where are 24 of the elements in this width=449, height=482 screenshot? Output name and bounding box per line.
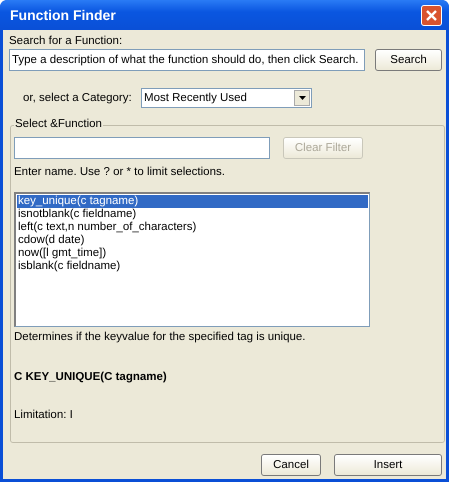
- caret-icon: [298, 96, 306, 100]
- function-list[interactable]: key_unique(c tagname) isnotblank(c fieldname) left(c text,n number_of_characters) cdow(d date) now([l gmt_time]) isblank(c fieldname): [14, 192, 370, 327]
- category-label: or, select a Category:: [23, 92, 133, 104]
- category-dropdown[interactable]: Most Recently Used: [141, 88, 312, 108]
- group-legend: Select &Function: [14, 118, 103, 130]
- cancel-button[interactable]: Cancel: [261, 454, 321, 476]
- function-item[interactable]: left(c text,n number_of_characters): [17, 221, 368, 234]
- function-item[interactable]: cdow(d date): [17, 234, 368, 247]
- close-button[interactable]: [421, 4, 442, 26]
- function-item[interactable]: key_unique(c tagname): [17, 195, 368, 208]
- search-field[interactable]: Type a description of what the function should do, then click Search.: [9, 49, 365, 71]
- search-button[interactable]: Search: [375, 49, 442, 71]
- close-icon: [425, 8, 438, 22]
- function-item[interactable]: now([l gmt_time]): [17, 247, 368, 260]
- signature-text: C KEY_UNIQUE(C tagname): [14, 371, 168, 383]
- limitation-text: Limitation: I: [14, 409, 74, 421]
- description-text: Determines if the keyvalue for the specified tag is unique.: [14, 331, 306, 343]
- insert-button[interactable]: Insert: [334, 454, 442, 476]
- window-title: Function Finder: [10, 7, 116, 23]
- search-label: Search for a Function:: [9, 34, 124, 48]
- filter-field[interactable]: [14, 137, 270, 159]
- hint-text: Enter name. Use ? or * to limit selections.: [14, 166, 226, 178]
- function-item[interactable]: isnotblank(c fieldname): [17, 208, 368, 221]
- function-item[interactable]: isblank(c fieldname): [17, 260, 368, 273]
